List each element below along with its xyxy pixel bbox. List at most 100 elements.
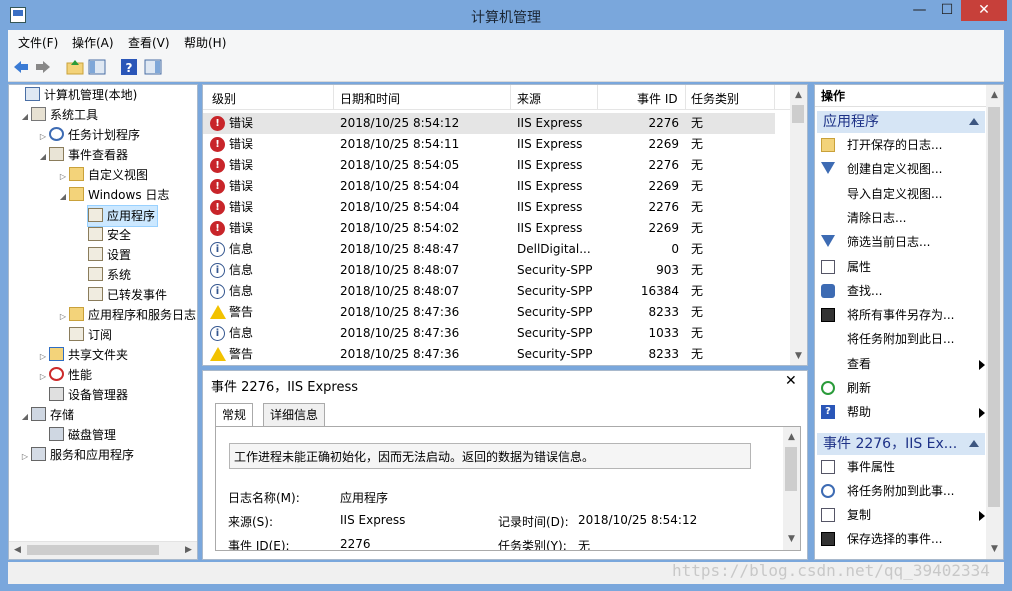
action-item[interactable]: ? 帮助 xyxy=(819,401,985,423)
table-row[interactable]: ! 错误 2018/10/25 8:54:05 IIS Express 2276 无 xyxy=(203,155,775,176)
minimize-button[interactable]: — xyxy=(906,0,933,21)
action-item[interactable]: 查找... xyxy=(819,280,985,302)
action-item[interactable]: 查看 xyxy=(819,353,985,375)
action-item[interactable]: 创建自定义视图... xyxy=(819,158,985,180)
close-button[interactable]: ✕ xyxy=(961,0,1007,21)
collapse-icon[interactable] xyxy=(969,440,979,447)
tree-toggle[interactable]: ▷ xyxy=(37,367,49,387)
event-message[interactable]: 工作进程未能正确初始化，因而无法启动。返回的数据为错误信息。 xyxy=(229,443,751,469)
tree-item-setup[interactable]: 设置 xyxy=(88,245,131,265)
tree-toggle[interactable]: ◢ xyxy=(19,107,31,127)
tab-general[interactable]: 常规 xyxy=(215,403,254,427)
table-row[interactable]: i 信息 2018/10/25 8:47:36 Security-SPP 1033 无 xyxy=(203,323,775,344)
scroll-right-icon[interactable]: ▶ xyxy=(180,542,197,559)
tree-toggle[interactable]: ▷ xyxy=(37,127,49,147)
forward-icon[interactable] xyxy=(34,58,52,76)
tree-item-computer-management[interactable]: 计算机管理(本地) xyxy=(13,85,137,105)
tree-toggle[interactable]: ◢ xyxy=(57,187,69,207)
scrollbar-thumb[interactable] xyxy=(27,545,159,555)
action-item[interactable]: 属性 xyxy=(819,256,985,278)
table-row[interactable]: ! 错误 2018/10/25 8:54:12 IIS Express 2276 无 xyxy=(203,113,775,134)
scroll-up-icon[interactable]: ▲ xyxy=(790,87,807,104)
column-divider[interactable] xyxy=(774,85,775,109)
back-icon[interactable] xyxy=(12,58,30,76)
action-item[interactable]: 事件属性 xyxy=(819,456,985,478)
detail-scrollbar[interactable]: ▲ ▼ xyxy=(783,427,800,550)
tree-item-forwarded-events[interactable]: 已转发事件 xyxy=(88,285,167,305)
action-item[interactable]: 刷新 xyxy=(819,377,985,399)
action-item[interactable]: 清除日志... xyxy=(819,207,985,229)
actions-scrollbar[interactable]: ▲ ▼ xyxy=(986,85,1003,559)
tree-item-system-tools[interactable]: ◢ 系统工具 xyxy=(19,105,98,125)
scroll-up-icon[interactable]: ▲ xyxy=(986,87,1003,104)
event-list-scrollbar[interactable]: ▲ ▼ xyxy=(790,85,807,365)
tree-horizontal-scrollbar[interactable]: ◀ ▶ xyxy=(9,541,197,559)
column-source[interactable]: 来源 xyxy=(517,90,541,107)
action-item[interactable]: 复制 xyxy=(819,504,985,526)
show-hide-action-pane-icon[interactable] xyxy=(144,58,162,76)
column-divider[interactable] xyxy=(510,85,511,109)
close-detail-icon[interactable]: ✕ xyxy=(785,373,797,389)
table-row[interactable]: i 信息 2018/10/25 8:48:47 DellDigital... 0 无 xyxy=(203,239,775,260)
tree-toggle[interactable]: ▷ xyxy=(19,447,31,467)
column-divider[interactable] xyxy=(333,85,334,109)
action-item[interactable]: 将任务附加到此日... xyxy=(819,328,985,350)
scroll-down-icon[interactable]: ▼ xyxy=(790,348,807,365)
column-divider[interactable] xyxy=(685,85,686,109)
tree-item-storage[interactable]: ◢ 存储 xyxy=(19,405,74,425)
scroll-up-icon[interactable]: ▲ xyxy=(783,429,800,446)
tree-toggle[interactable]: ◢ xyxy=(19,407,31,427)
tree-toggle[interactable]: ▷ xyxy=(57,307,69,327)
action-item[interactable]: 筛选当前日志... xyxy=(819,231,985,253)
tree-item-services-apps[interactable]: ▷ 服务和应用程序 xyxy=(19,445,134,465)
column-event-id[interactable]: 事件 ID xyxy=(637,90,678,107)
up-folder-icon[interactable] xyxy=(66,58,84,76)
scroll-down-icon[interactable]: ▼ xyxy=(986,541,1003,558)
tree-item-device-manager[interactable]: 设备管理器 xyxy=(49,385,128,405)
table-row[interactable]: ! 错误 2018/10/25 8:54:04 IIS Express 2276 无 xyxy=(203,197,775,218)
table-row[interactable]: 警告 2018/10/25 8:47:36 Security-SPP 8233 无 xyxy=(203,302,775,323)
menu-view[interactable]: 查看(V) xyxy=(128,34,170,51)
show-hide-tree-icon[interactable] xyxy=(88,58,106,76)
tree-item-disk-management[interactable]: 磁盘管理 xyxy=(49,425,116,445)
tree-toggle[interactable]: ▷ xyxy=(57,167,69,187)
tree-item-app-service-logs[interactable]: ▷ 应用程序和服务日志 xyxy=(57,305,196,325)
column-datetime[interactable]: 日期和时间 xyxy=(340,90,400,107)
scrollbar-thumb[interactable] xyxy=(785,447,797,491)
tree-toggle[interactable]: ◢ xyxy=(37,147,49,167)
menu-help[interactable]: 帮助(H) xyxy=(184,34,226,51)
menu-file[interactable]: 文件(F) xyxy=(18,34,58,51)
action-item[interactable]: 导入自定义视图... xyxy=(819,183,985,205)
tree-item-event-viewer[interactable]: ◢ 事件查看器 xyxy=(37,145,128,165)
column-task-category[interactable]: 任务类别 xyxy=(691,90,739,107)
table-row[interactable]: 警告 2018/10/25 8:47:36 Security-SPP 8233 无 xyxy=(203,344,775,365)
action-item[interactable]: 将所有事件另存为... xyxy=(819,304,985,326)
collapse-icon[interactable] xyxy=(969,118,979,125)
menu-action[interactable]: 操作(A) xyxy=(72,34,114,51)
table-row[interactable]: i 信息 2018/10/25 8:48:07 Security-SPP 16384 无 xyxy=(203,281,775,302)
scroll-down-icon[interactable]: ▼ xyxy=(783,531,800,548)
scrollbar-thumb[interactable] xyxy=(792,105,804,123)
tree-item-windows-logs[interactable]: ◢ Windows 日志 xyxy=(57,185,169,205)
table-row[interactable]: ! 错误 2018/10/25 8:54:02 IIS Express 2269 无 xyxy=(203,218,775,239)
table-row[interactable]: ! 错误 2018/10/25 8:54:11 IIS Express 2269 无 xyxy=(203,134,775,155)
tree-item-custom-views[interactable]: ▷ 自定义视图 xyxy=(57,165,148,185)
action-item[interactable]: 保存选择的事件... xyxy=(819,528,985,550)
tab-details[interactable]: 详细信息 xyxy=(263,403,326,427)
tree-item-system[interactable]: 系统 xyxy=(88,265,131,285)
table-row[interactable]: i 信息 2018/10/25 8:48:07 Security-SPP 903 无 xyxy=(203,260,775,281)
tree-item-security[interactable]: 安全 xyxy=(88,225,131,245)
actions-section-application[interactable]: 应用程序 xyxy=(817,111,985,133)
maximize-button[interactable]: ☐ xyxy=(934,0,960,21)
tree-item-subscriptions[interactable]: 订阅 xyxy=(69,325,112,345)
tree-item-application[interactable]: 应用程序 xyxy=(87,205,159,227)
column-level[interactable]: 级别 xyxy=(212,90,236,107)
action-item[interactable]: 打开保存的日志... xyxy=(819,134,985,156)
tree-toggle[interactable]: ▷ xyxy=(37,347,49,367)
table-row[interactable]: ! 错误 2018/10/25 8:54:04 IIS Express 2269 无 xyxy=(203,176,775,197)
help-icon[interactable]: ? xyxy=(120,58,138,76)
tree-item-performance[interactable]: ▷ 性能 xyxy=(37,365,92,385)
scroll-left-icon[interactable]: ◀ xyxy=(9,542,26,559)
column-divider[interactable] xyxy=(597,85,598,109)
scrollbar-thumb[interactable] xyxy=(988,107,1000,507)
